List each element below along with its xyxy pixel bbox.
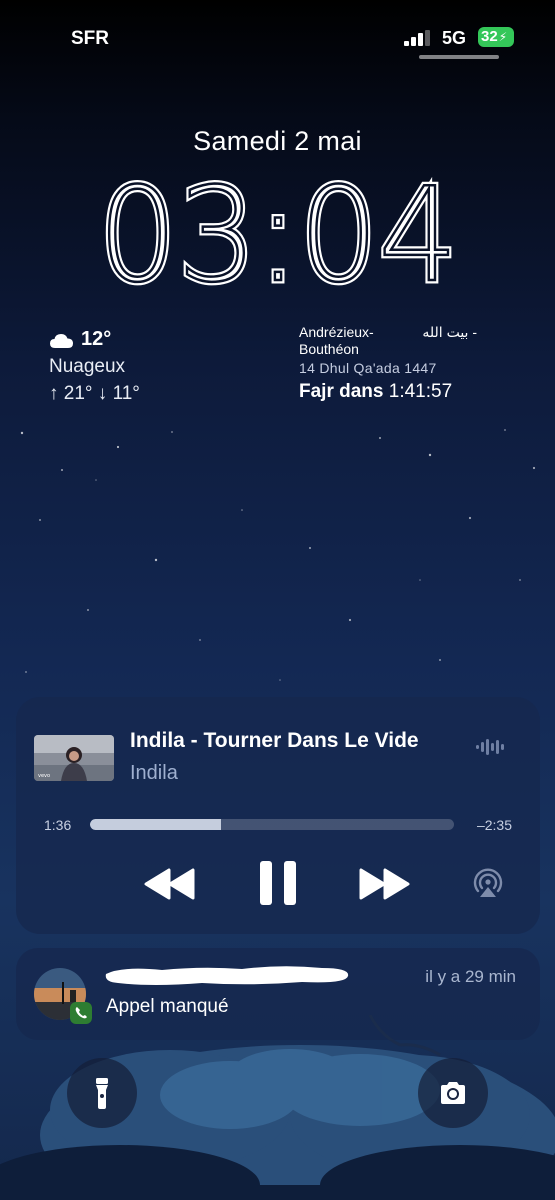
lock-screen-clock: 03:04 03:04 xyxy=(95,168,462,293)
clock-time-inner: 03:04 xyxy=(98,168,458,293)
remaining-time: –2:35 xyxy=(476,817,512,833)
album-artwork[interactable]: vevo xyxy=(34,735,114,781)
weather-condition: Nuageux xyxy=(49,356,126,377)
battery-level: 32 xyxy=(481,28,498,45)
camera-button[interactable] xyxy=(418,1058,488,1128)
weather-high-low: ↑ 21° ↓ 11° xyxy=(49,383,140,404)
carrier-label: SFR xyxy=(71,28,109,49)
weather-widget[interactable]: 12° Nuageux ↑ 21° ↓ 11° xyxy=(49,328,140,405)
charging-icon: ⚡ xyxy=(498,30,508,44)
weather-temperature: 12° xyxy=(81,328,112,350)
now-playing-widget[interactable]: vevo Indila - Tourner Dans Le Vide Indil… xyxy=(16,697,540,934)
rewind-icon[interactable] xyxy=(144,867,196,901)
prayer-times-widget[interactable]: Andrézieux- - بيت الله Bouthéon 14 Dhul … xyxy=(299,324,499,403)
flashlight-icon xyxy=(96,1078,108,1109)
playback-scrubber[interactable] xyxy=(90,819,454,830)
waveform-icon xyxy=(476,739,504,755)
signal-icon xyxy=(404,30,430,46)
prayer-arabic-label: - بيت الله xyxy=(422,324,477,340)
prayer-location-line1: Andrézieux- xyxy=(299,324,374,340)
elapsed-time: 1:36 xyxy=(44,817,72,833)
control-center-indicator[interactable] xyxy=(419,55,499,59)
forward-icon[interactable] xyxy=(358,867,410,901)
lock-screen-date: Samedi 2 mai xyxy=(193,126,362,156)
cloud-icon xyxy=(50,333,73,348)
battery-indicator: 32⚡ xyxy=(478,27,514,47)
prayer-location-line2: Bouthéon xyxy=(299,341,359,357)
status-bar: SFR 5G 32⚡ xyxy=(0,0,555,70)
pause-icon[interactable] xyxy=(258,859,298,907)
next-prayer-label: Fajr dans xyxy=(299,381,384,402)
network-type: 5G xyxy=(442,28,467,48)
camera-icon xyxy=(441,1082,465,1104)
vevo-logo: vevo xyxy=(38,773,50,779)
countdown-value: 1:41:57 xyxy=(388,381,453,402)
flashlight-button[interactable] xyxy=(67,1058,137,1128)
next-prayer-countdown: Fajr dans 1:41:57 xyxy=(299,381,499,403)
hijri-date: 14 Dhul Qa'ada 1447 xyxy=(299,360,437,376)
track-artist: Indila xyxy=(130,762,178,784)
airplay-icon[interactable] xyxy=(472,867,504,899)
track-title: Indila - Tourner Dans Le Vide xyxy=(130,729,419,752)
redacted-contact-name xyxy=(105,966,349,985)
notification-time: il y a 29 min xyxy=(425,967,516,986)
playback-progress xyxy=(90,819,222,830)
